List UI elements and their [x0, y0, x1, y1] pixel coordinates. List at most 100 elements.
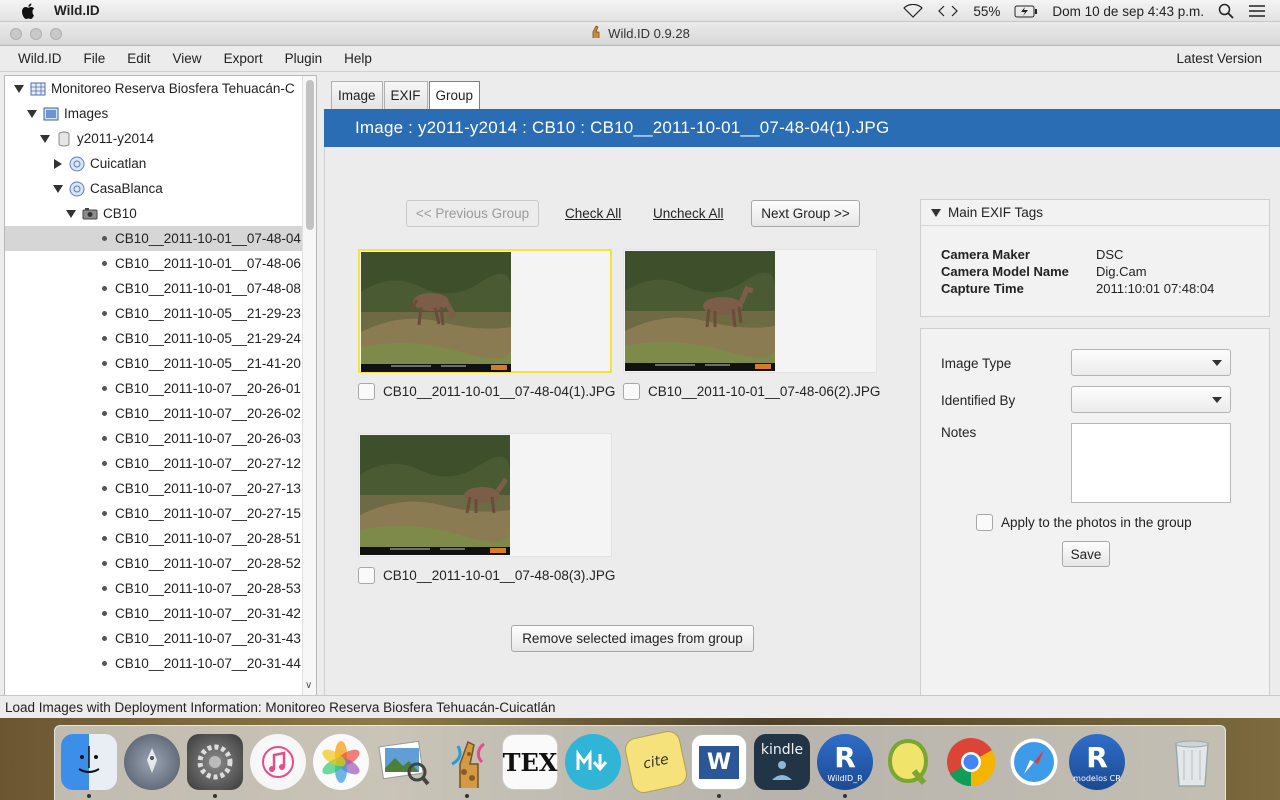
tree-node-image-file[interactable]: CB10__2011-10-07__20-31-42 — [5, 601, 303, 626]
menu-wildid[interactable]: Wild.ID — [0, 51, 73, 66]
project-tree[interactable]: Monitoreo Reserva Biosfera Tehuacán-C Im… — [4, 75, 317, 713]
tree-node-project[interactable]: Monitoreo Reserva Biosfera Tehuacán-C — [5, 76, 303, 101]
bullet-icon — [102, 586, 107, 591]
system-preferences-icon[interactable] — [187, 734, 243, 790]
active-app-name[interactable]: Wild.ID — [54, 3, 100, 18]
exif-table: Camera Maker DSC Camera Model Name Dig.Cam… — [941, 246, 1214, 297]
close-window-button[interactable] — [10, 28, 22, 40]
tree-node-image-file[interactable]: CB10__2011-10-07__20-31-43 — [5, 626, 303, 651]
exif-panel-header[interactable]: Main EXIF Tags — [921, 200, 1269, 226]
scroll-thumb[interactable] — [306, 80, 314, 230]
identified-by-select[interactable] — [1071, 386, 1231, 413]
wildid-giraffe-icon[interactable] — [439, 734, 495, 790]
tree-node-image-file[interactable]: CB10__2011-10-05__21-41-20 — [5, 351, 303, 376]
tree-node-image-file[interactable]: CB10__2011-10-07__20-28-53 — [5, 576, 303, 601]
trash-icon[interactable] — [1164, 734, 1220, 790]
itunes-icon[interactable] — [250, 734, 306, 790]
tree-node-image-file[interactable]: CB10__2011-10-07__20-28-51 — [5, 526, 303, 551]
expanded-triangle-icon[interactable] — [14, 84, 24, 94]
tree-node-site-casablanca[interactable]: CasaBlanca — [5, 176, 303, 201]
check-all-link[interactable]: Check All — [565, 206, 621, 221]
group-image-thumbnail[interactable] — [358, 433, 612, 557]
spotlight-search-icon[interactable] — [1218, 3, 1234, 19]
clock[interactable]: Dom 10 de sep 4:43 p.m. — [1052, 4, 1204, 19]
notes-textarea[interactable] — [1071, 423, 1231, 503]
uncheck-all-link[interactable]: Uncheck All — [653, 206, 724, 221]
tree-node-image-file[interactable]: CB10__2011-10-07__20-27-12 — [5, 451, 303, 476]
tree-node-image-file[interactable]: CB10__2011-10-07__20-26-03 — [5, 426, 303, 451]
macdown-icon[interactable] — [565, 734, 621, 790]
tree-vertical-scrollbar[interactable]: ∨ — [302, 76, 316, 696]
collapse-triangle-icon[interactable] — [931, 205, 941, 220]
scroll-down-arrow-icon[interactable]: ∨ — [305, 680, 312, 691]
latest-version-label[interactable]: Latest Version — [1176, 51, 1262, 66]
tree-node-image-file[interactable]: CB10__2011-10-01__07-48-04 — [5, 226, 303, 251]
modelos-r-icon[interactable]: R modelos CR — [1069, 734, 1125, 790]
launchpad-icon[interactable] — [124, 734, 180, 790]
battery-icon[interactable] — [1014, 5, 1038, 18]
expanded-triangle-icon[interactable] — [53, 184, 63, 194]
zoom-window-button[interactable] — [50, 28, 62, 40]
finder-icon[interactable] — [61, 734, 117, 790]
image-select-checkbox[interactable] — [623, 383, 640, 400]
photos-icon[interactable] — [313, 734, 369, 790]
tree-node-image-file[interactable]: CB10__2011-10-07__20-26-01 — [5, 376, 303, 401]
tree-node-image-file[interactable]: CB10__2011-10-05__21-29-24 — [5, 326, 303, 351]
safari-icon[interactable] — [1006, 734, 1062, 790]
tree-node-image-file[interactable]: CB10__2011-10-05__21-29-23 — [5, 301, 303, 326]
tree-node-image-file[interactable]: CB10__2011-10-07__20-26-02 — [5, 401, 303, 426]
image-filename: CB10__2011-10-01__07-48-08(3).JPG — [383, 568, 616, 583]
exif-value: DSC — [1096, 247, 1124, 262]
tree-node-camera[interactable]: CB10 — [5, 201, 303, 226]
group-image-thumbnail[interactable] — [358, 249, 612, 373]
tree-node-image-file[interactable]: CB10__2011-10-01__07-48-06 — [5, 251, 303, 276]
texshop-icon[interactable]: TEX — [502, 734, 558, 790]
menu-export[interactable]: Export — [213, 51, 274, 66]
menu-plugin[interactable]: Plugin — [274, 51, 334, 66]
apple-icon[interactable] — [20, 3, 36, 19]
group-image-thumbnail[interactable] — [623, 249, 877, 373]
previous-group-button[interactable]: << Previous Group — [406, 200, 539, 227]
tree-node-image-file[interactable]: CB10__2011-10-07__20-27-13 — [5, 476, 303, 501]
tree-label: y2011-y2014 — [77, 131, 155, 146]
image-type-label: Image Type — [941, 356, 1012, 371]
word-icon[interactable]: W — [691, 734, 747, 790]
tree-node-period[interactable]: y2011-y2014 — [5, 126, 303, 151]
wifi-icon[interactable] — [903, 4, 924, 18]
expanded-triangle-icon[interactable] — [40, 134, 50, 144]
menu-help[interactable]: Help — [333, 51, 383, 66]
kindle-icon[interactable]: kindle — [754, 734, 810, 790]
notification-center-icon[interactable] — [1248, 4, 1266, 18]
collapsed-triangle-icon[interactable] — [53, 158, 63, 169]
tree-node-images[interactable]: Images — [5, 101, 303, 126]
menu-view[interactable]: View — [162, 51, 213, 66]
expanded-triangle-icon[interactable] — [27, 109, 37, 119]
remove-selected-images-button[interactable]: Remove selected images from group — [511, 625, 754, 652]
apply-to-group-checkbox[interactable] — [976, 514, 993, 531]
next-group-button[interactable]: Next Group >> — [751, 200, 860, 227]
menu-edit[interactable]: Edit — [116, 51, 161, 66]
wildid-r-icon[interactable]: R WildID_R — [817, 734, 873, 790]
chrome-icon[interactable] — [943, 734, 999, 790]
tree-node-image-file[interactable]: CB10__2011-10-07__20-27-15 — [5, 501, 303, 526]
menu-file[interactable]: File — [73, 51, 117, 66]
qgis-icon[interactable] — [880, 734, 936, 790]
minimize-window-button[interactable] — [30, 28, 42, 40]
image-select-checkbox[interactable] — [358, 567, 375, 584]
image-type-select[interactable] — [1071, 349, 1231, 376]
save-button[interactable]: Save — [1062, 541, 1110, 567]
image-select-checkbox[interactable] — [358, 383, 375, 400]
tree-node-image-file[interactable]: CB10__2011-10-07__20-31-44 — [5, 651, 303, 676]
tree-node-image-file[interactable]: CB10__2011-10-07__20-28-52 — [5, 551, 303, 576]
tab-exif[interactable]: EXIF — [383, 81, 428, 109]
preview-icon[interactable] — [376, 734, 432, 790]
tree-node-image-file[interactable]: CB10__2011-10-01__07-48-08 — [5, 276, 303, 301]
tab-image[interactable]: Image — [331, 81, 383, 109]
code-brackets-icon[interactable] — [937, 4, 959, 18]
tab-group[interactable]: Group — [428, 81, 481, 109]
citeit-icon[interactable]: cite — [622, 728, 690, 796]
bullet-icon — [102, 661, 107, 666]
tree-node-site-cuicatlan[interactable]: Cuicatlan — [5, 151, 303, 176]
window-titlebar[interactable]: Wild.ID 0.9.28 — [0, 22, 1280, 46]
expanded-triangle-icon[interactable] — [66, 209, 76, 219]
